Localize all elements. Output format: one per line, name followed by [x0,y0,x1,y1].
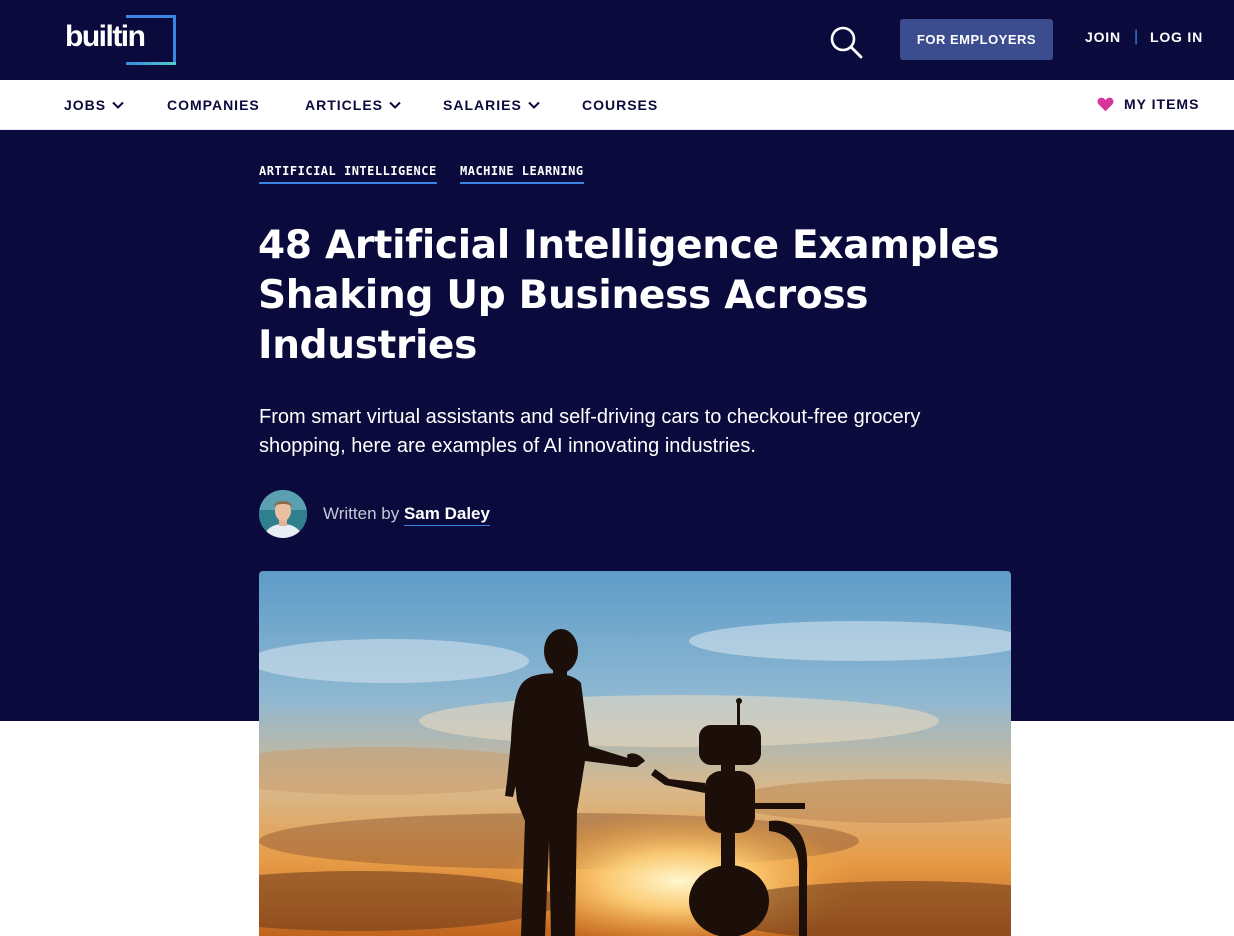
logo-bracket-top [126,15,176,18]
nav-item-salaries[interactable]: SALARIES [443,97,540,113]
main-nav: JOBS COMPANIES ARTICLES SALARIES COURSES… [0,80,1234,130]
for-employers-button[interactable]: FOR EMPLOYERS [900,19,1053,60]
top-header: builtin FOR EMPLOYERS JOIN | LOG IN [0,0,1234,80]
article-hero-image [259,571,1011,936]
chevron-down-icon [112,101,124,109]
my-items-label: MY ITEMS [1124,96,1200,112]
logo-text: builtin [65,20,146,53]
written-by-text: Written by [323,504,400,523]
nav-item-courses[interactable]: COURSES [582,97,658,113]
nav-item-jobs[interactable]: JOBS [64,97,124,113]
heart-icon [1097,97,1114,111]
written-by-label: Written by Sam Daley [323,504,490,526]
nav-item-companies[interactable]: COMPANIES [167,97,260,113]
nav-item-label: SALARIES [443,97,522,113]
author-byline: Written by Sam Daley [259,490,490,538]
chevron-down-icon [528,101,540,109]
nav-item-label: ARTICLES [305,97,383,113]
nav-item-articles[interactable]: ARTICLES [305,97,401,113]
logo-bracket-bottom [126,62,176,65]
tag-artificial-intelligence[interactable]: ARTIFICIAL INTELLIGENCE [259,164,437,184]
login-link[interactable]: LOG IN [1150,29,1203,45]
header-separator: | [1134,28,1139,45]
my-items-link[interactable]: MY ITEMS [1097,96,1199,112]
article-subtitle: From smart virtual assistants and self-d… [259,406,921,457]
logo-bracket-right [173,15,176,65]
author-avatar[interactable] [259,490,307,538]
nav-item-label: COURSES [582,97,659,113]
nav-item-label: COMPANIES [167,97,260,113]
author-name-link[interactable]: Sam Daley [403,504,490,526]
article-title: 48 Artificial Intelligence Examples Shak… [258,223,1000,368]
join-link[interactable]: JOIN [1085,29,1121,45]
search-icon[interactable] [828,24,864,60]
chevron-down-icon [389,101,401,109]
tag-machine-learning[interactable]: MACHINE LEARNING [460,164,584,184]
nav-item-label: JOBS [64,97,107,113]
builtin-logo[interactable]: builtin [64,15,176,65]
